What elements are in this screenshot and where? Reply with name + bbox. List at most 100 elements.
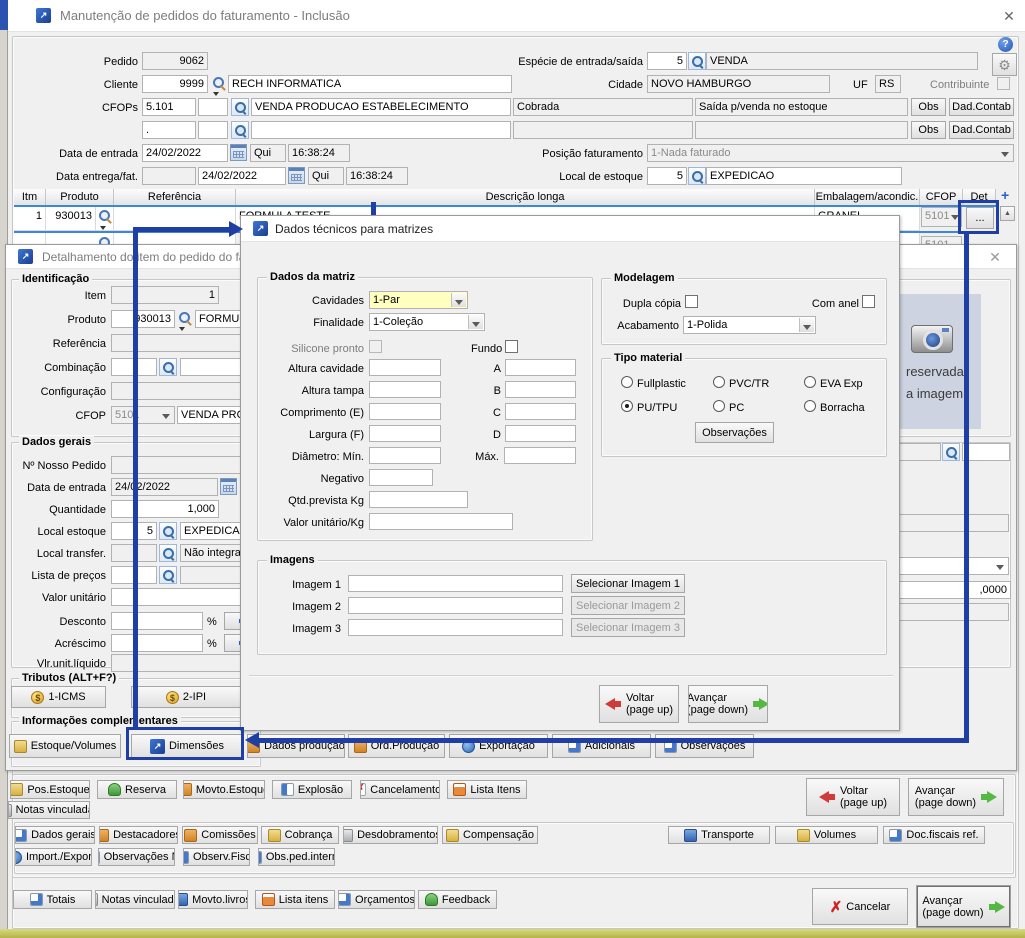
borracha-radio[interactable] [804, 400, 816, 412]
cancelar-button[interactable]: ✗Cancelar [812, 888, 908, 925]
import-export-button[interactable]: Import./Export. [15, 848, 92, 866]
det-data-entrada-field[interactable]: 24/02/2022 [111, 478, 218, 496]
grid-header-embalagem[interactable]: Embalagem/acondic. [815, 189, 920, 206]
grid-header-itm[interactable]: Itm [14, 189, 46, 206]
cancelamentos-button[interactable]: Cancelamentos [360, 780, 440, 799]
grid-r1-itm[interactable]: 1 [14, 207, 46, 231]
doc-fiscais-button[interactable]: Doc.fiscais ref. [883, 826, 985, 844]
bottom-avancar-button[interactable]: Avançar(page down) [917, 886, 1010, 927]
grid-r1-produto[interactable]: 930013 [46, 207, 96, 231]
pc-radio[interactable] [713, 400, 725, 412]
cfop2-dadcontab-button[interactable]: Dad.Contab [949, 121, 1014, 139]
grid-r1-dropdown-icon[interactable] [100, 226, 106, 230]
produto-dropdown-icon[interactable] [179, 327, 185, 331]
tipo-material-obs-button[interactable]: Observações [695, 422, 774, 443]
reserva-button[interactable]: Reserva [97, 780, 177, 799]
lista-precos-search-icon[interactable] [159, 566, 177, 584]
b-field[interactable] [505, 381, 576, 398]
grid-scroll-up-button[interactable]: ▲ [1000, 206, 1015, 221]
diametro-min-field[interactable] [369, 447, 441, 464]
negativo-field[interactable] [369, 469, 433, 486]
posicao-select[interactable]: 1-Nada faturado [647, 144, 1014, 162]
transporte-button[interactable]: Transporte [668, 826, 770, 844]
pvctr-radio[interactable] [713, 376, 725, 388]
right-sliver-field2[interactable] [962, 443, 1010, 461]
cavidades-select[interactable]: 1-Par [369, 291, 468, 309]
acabamento-select[interactable]: 1-Polida [683, 316, 816, 334]
observacoes-nf-button[interactable]: Observações NF [98, 848, 175, 866]
lista-itens-button[interactable]: Lista Itens [447, 780, 527, 799]
d-field[interactable] [505, 425, 576, 442]
pedido-field[interactable]: 9062 [142, 52, 208, 70]
volumes-button[interactable]: Volumes [775, 826, 878, 844]
local-estoque-det-search-icon[interactable] [159, 522, 177, 540]
cfop1-obs-button[interactable]: Obs [911, 98, 946, 116]
grid-header-produto[interactable]: Produto [46, 189, 114, 206]
quantidade-field[interactable]: 1,000 [111, 500, 219, 518]
acrescimo-field[interactable] [111, 634, 203, 652]
dropdown-button[interactable] [451, 293, 466, 307]
matrix-voltar-button[interactable]: Voltar(page up) [599, 685, 679, 723]
obs-ped-interno-button[interactable]: Obs.ped.interno [258, 848, 335, 866]
cfop1-dadcontab-button[interactable]: Dad.Contab [949, 98, 1014, 116]
produto-field[interactable]: 930013 [111, 310, 175, 328]
cfop2b-field[interactable] [198, 121, 228, 139]
cfop1b-field[interactable] [198, 98, 228, 116]
cfop2-field[interactable]: . [142, 121, 196, 139]
ipi-button[interactable]: 2-IPI [131, 686, 241, 708]
totais-button[interactable]: Totais [13, 890, 92, 909]
local-transfer-search-icon[interactable] [159, 544, 177, 562]
data-entrega-field[interactable]: 24/02/2022 [198, 167, 286, 185]
lista-itens2-button[interactable]: Lista itens [255, 890, 335, 909]
grid-r1-cfop-select[interactable]: 5101 [921, 207, 962, 227]
c-field[interactable] [505, 403, 576, 420]
pos-estoque-button[interactable]: Pos.Estoque [10, 780, 90, 799]
produto-search-icon[interactable] [177, 310, 193, 326]
notas-vinculadas2-button[interactable]: Notas vinculadas [95, 890, 175, 909]
grid-header-cfop[interactable]: CFOP [920, 189, 963, 206]
desconto-field[interactable] [111, 612, 203, 630]
cfop2-search-icon[interactable] [231, 121, 249, 139]
imagem1-field[interactable] [348, 575, 563, 592]
putpu-radio[interactable] [621, 400, 633, 412]
valor-unit-kg-field[interactable] [369, 513, 513, 530]
data-entrada-calendar-icon[interactable] [230, 144, 247, 161]
contribuinte-checkbox[interactable] [997, 77, 1010, 90]
cfop-select[interactable]: 5101 [111, 406, 175, 424]
fullplastic-radio[interactable] [621, 376, 633, 388]
diametro-max-field[interactable] [504, 447, 576, 464]
main-close-icon[interactable]: ✕ [1000, 8, 1018, 24]
matrix-avancar-button[interactable]: Avançar(page down) [688, 685, 768, 723]
compensacao-button[interactable]: Compensação [442, 826, 538, 844]
det-calendar-icon[interactable] [220, 478, 237, 495]
dropdown-button[interactable] [468, 315, 483, 329]
altura-tampa-field[interactable] [369, 381, 441, 398]
combinacao-search-icon[interactable] [159, 358, 177, 376]
dropdown-button[interactable] [799, 318, 814, 332]
detail-dialog-close-icon[interactable]: ✕ [986, 249, 1004, 265]
cliente-search-icon[interactable] [211, 75, 227, 91]
dados-gerais-tab-button[interactable]: Dados gerais [15, 826, 95, 844]
page-voltar-button[interactable]: Voltar(page up) [806, 778, 900, 816]
especie-num-field[interactable]: 5 [647, 52, 687, 70]
finalidade-select[interactable]: 1-Coleção [369, 313, 485, 331]
largura-field[interactable] [369, 425, 441, 442]
comissoes-button[interactable]: Comissões [182, 826, 258, 844]
notas-vinculadas-button[interactable]: Notas vinculadas [8, 801, 90, 819]
com-anel-checkbox[interactable] [862, 295, 875, 308]
local-estoque-search-icon[interactable] [688, 167, 706, 185]
explosao-button[interactable]: Explosão [272, 780, 352, 799]
grid-header-referencia[interactable]: Referência [114, 189, 236, 206]
especie-search-icon[interactable] [688, 52, 706, 70]
cfop2-obs-button[interactable]: Obs [911, 121, 946, 139]
icms-button[interactable]: 1-ICMS [11, 686, 106, 708]
data-entrada-field[interactable]: 24/02/2022 [142, 144, 228, 162]
destacadores-button[interactable]: Destacadores [99, 826, 178, 844]
selecionar-imagem1-button[interactable]: Selecionar Imagem 1 [571, 574, 685, 593]
feedback-button[interactable]: Feedback [418, 890, 497, 909]
imagem3-field[interactable] [348, 619, 563, 636]
cliente-dropdown-icon[interactable] [213, 92, 219, 96]
movto-livros-button[interactable]: Movto.livros [178, 890, 248, 909]
grid-header-descricao[interactable]: Descrição longa [236, 189, 815, 206]
grid-r1-search-icon[interactable] [97, 208, 113, 224]
